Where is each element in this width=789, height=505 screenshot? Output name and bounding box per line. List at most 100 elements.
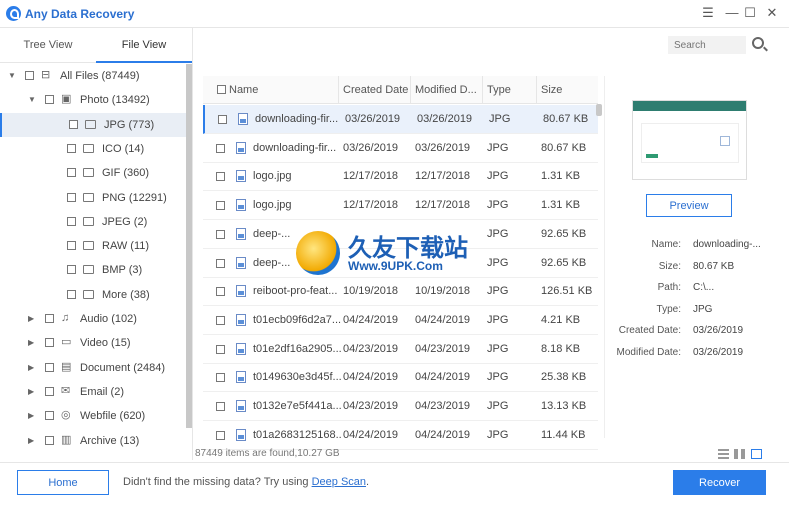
column-modified-date[interactable]: Modified D...	[411, 76, 483, 104]
preview-view-icon[interactable]	[751, 449, 762, 459]
tree-item-checkbox[interactable]	[67, 241, 76, 251]
tree-item[interactable]: JPG (773)	[0, 112, 186, 137]
table-row[interactable]: reiboot-pro-feat... 10/19/2018 10/19/2018 J…	[203, 277, 598, 307]
tree-item[interactable]: ICO (14)	[0, 137, 186, 161]
tree-item-checkbox[interactable]	[45, 338, 54, 348]
cell-name: t01a2683125168...	[253, 428, 341, 441]
cell-size: 1.31 KB	[541, 199, 581, 212]
table-row[interactable]: t01a2683125168... 04/24/2019 04/24/2019 JPG…	[203, 421, 598, 450]
row-checkbox[interactable]	[218, 115, 227, 124]
tree-item-checkbox[interactable]	[69, 119, 78, 129]
expand-arrow-icon[interactable]: ▶	[28, 331, 34, 355]
tree-item[interactable]: ▶ ◎ Webfile (620)	[0, 404, 186, 428]
column-size[interactable]: Size	[537, 76, 598, 104]
tree-item[interactable]: ▼ ▣ Photo (13492)	[0, 88, 186, 112]
tree-item[interactable]: BMP (3)	[0, 258, 186, 282]
tab-file-view[interactable]: File View	[96, 28, 192, 63]
table-scrollbar-thumb[interactable]	[596, 104, 602, 116]
close-icon[interactable]: ✕	[762, 4, 782, 22]
tree-item-label: ICO (14)	[102, 142, 145, 155]
tree-item-checkbox[interactable]	[67, 216, 76, 226]
expand-arrow-icon[interactable]: ▶	[28, 404, 34, 428]
home-button[interactable]: Home	[17, 470, 109, 495]
tree-item-checkbox[interactable]	[45, 411, 54, 421]
tree-item[interactable]: ▶ No Extension (3559)	[0, 453, 186, 460]
maximize-icon[interactable]: ☐	[740, 4, 760, 22]
grid-view-icon[interactable]	[734, 449, 745, 459]
cell-modified: 03/26/2019	[417, 113, 473, 125]
tree-item-checkbox[interactable]	[45, 386, 54, 396]
row-checkbox[interactable]	[216, 201, 225, 211]
row-checkbox[interactable]	[216, 143, 225, 153]
row-checkbox[interactable]	[216, 373, 225, 383]
tree-item[interactable]: GIF (360)	[0, 161, 186, 185]
expand-arrow-icon[interactable]: ▶	[28, 307, 34, 331]
view-tabs: Tree View File View	[0, 28, 192, 63]
deep-scan-link[interactable]: Deep Scan	[312, 476, 366, 488]
table-row[interactable]: logo.jpg 12/17/2018 12/17/2018 JPG 1.31 KB	[203, 191, 598, 221]
expand-arrow-icon[interactable]: ▶	[28, 356, 34, 380]
table-scrollbar[interactable]	[596, 104, 602, 438]
tree-item-checkbox[interactable]	[67, 192, 76, 202]
tree-item-checkbox[interactable]	[25, 71, 34, 80]
tree-item[interactable]: ▶ ▤ Document (2484)	[0, 356, 186, 380]
tree-scrollbar-thumb[interactable]	[186, 64, 192, 428]
expand-arrow-icon[interactable]: ▼	[28, 88, 36, 112]
tree-item[interactable]: ▶ ▥ Archive (13)	[0, 429, 186, 453]
minimize-icon[interactable]: —	[722, 4, 742, 22]
row-checkbox[interactable]	[216, 287, 225, 297]
tree-item-checkbox[interactable]	[45, 435, 54, 445]
tree-item-checkbox[interactable]	[67, 289, 76, 299]
tab-tree-view[interactable]: Tree View	[0, 28, 96, 63]
table-row[interactable]: t0149630e3d45f... 04/24/2019 04/24/2019 JPG…	[203, 363, 598, 393]
tree-item[interactable]: JPEG (2)	[0, 210, 186, 234]
table-row[interactable]: logo.jpg 12/17/2018 12/17/2018 JPG 1.31 KB	[203, 162, 598, 192]
row-checkbox[interactable]	[216, 315, 225, 325]
row-checkbox[interactable]	[216, 258, 225, 268]
preview-button[interactable]: Preview	[646, 194, 732, 217]
cell-type: JPG	[489, 113, 511, 125]
tree-item[interactable]: ▶ ♫ Audio (102)	[0, 307, 186, 331]
search-icon[interactable]	[752, 37, 764, 49]
search-input[interactable]	[668, 36, 746, 54]
row-checkbox[interactable]	[216, 402, 225, 411]
tree-item[interactable]: ▶ ✉ Email (2)	[0, 380, 186, 404]
tree-item-checkbox[interactable]	[45, 95, 54, 105]
expand-arrow-icon[interactable]: ▶	[28, 380, 34, 404]
tree-item[interactable]: ▶ ▭ Video (15)	[0, 331, 186, 355]
tree-item[interactable]: More (38)	[0, 283, 186, 307]
tree-item-label: All Files (87449)	[60, 70, 140, 82]
table-row[interactable]: downloading-fir... 03/26/2019 03/26/2019 JP…	[203, 134, 598, 163]
table-row[interactable]: t0132e7e5f441a... 04/23/2019 04/23/2019 JPG…	[203, 392, 598, 421]
row-checkbox[interactable]	[216, 344, 225, 354]
title-bar: Any Data Recovery ☰ — ☐ ✕	[0, 0, 789, 28]
tree-item[interactable]: RAW (11)	[0, 234, 186, 258]
column-type[interactable]: Type	[483, 76, 537, 104]
tree-item-checkbox[interactable]	[67, 265, 76, 275]
column-created-date[interactable]: Created Date	[339, 76, 411, 104]
row-checkbox[interactable]	[216, 172, 225, 182]
row-checkbox[interactable]	[216, 430, 225, 440]
tree-item[interactable]: ▼ ⊟ All Files (87449)	[0, 64, 186, 88]
folder-icon	[85, 119, 96, 129]
table-row[interactable]: t01e2df16a2905... 04/23/2019 04/23/2019 JPG…	[203, 335, 598, 364]
cell-name: t0149630e3d45f...	[253, 371, 341, 384]
tree-item-label: Video (15)	[80, 337, 131, 350]
expand-arrow-icon[interactable]: ▶	[28, 429, 34, 453]
list-view-icon[interactable]	[718, 449, 729, 459]
column-name[interactable]: Name	[225, 76, 339, 104]
tree-item-checkbox[interactable]	[45, 362, 54, 372]
menu-icon[interactable]: ☰	[698, 4, 718, 22]
tree-item[interactable]: PNG (12291)	[0, 186, 186, 210]
expand-arrow-icon[interactable]: ▼	[8, 64, 16, 88]
table-row[interactable]: downloading-fir... 03/26/2019 03/26/2019 JP…	[203, 105, 598, 134]
table-row[interactable]: t01ecb09f6d2a7... 04/24/2019 04/24/2019 JPG…	[203, 306, 598, 335]
recover-button[interactable]: Recover	[673, 470, 766, 495]
row-checkbox[interactable]	[216, 229, 225, 239]
tree-item-checkbox[interactable]	[67, 168, 76, 178]
tree-item-checkbox[interactable]	[45, 314, 54, 323]
tree-item-checkbox[interactable]	[67, 143, 76, 153]
tree-scrollbar[interactable]	[186, 64, 192, 428]
image-file-icon	[236, 313, 246, 326]
expand-arrow-icon[interactable]: ▶	[28, 453, 34, 461]
